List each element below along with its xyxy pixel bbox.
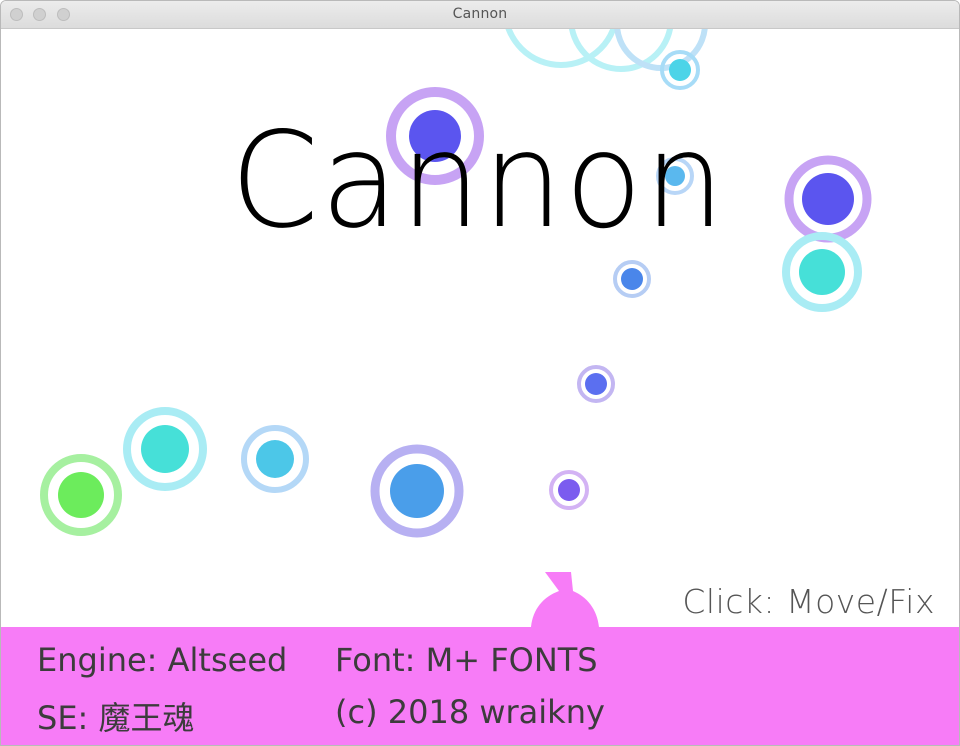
bubble-cyan-1 xyxy=(241,425,309,493)
controls-hint: Click: Move/Fix xyxy=(682,582,935,621)
bubble-violet-small-1 xyxy=(549,470,589,510)
bubble-blue-small-2 xyxy=(613,260,651,298)
bubble-blue-large-1 xyxy=(370,444,464,538)
credit-se: SE: 魔王魂 xyxy=(37,699,195,737)
window-title: Cannon xyxy=(452,6,508,22)
game-title: Cannon xyxy=(1,104,957,258)
app-window: Cannon Cannon Click: Move/Fix Engine: Al… xyxy=(0,0,960,746)
credit-copyright: (c) 2018 wraikny xyxy=(335,693,605,731)
bubble-indigo-small-1 xyxy=(577,365,615,403)
bubble-teal-2 xyxy=(123,407,207,491)
title-bar[interactable]: Cannon xyxy=(1,1,959,29)
bubble-green-1 xyxy=(40,454,122,536)
game-canvas[interactable]: Cannon Click: Move/Fix Engine: Altseed F… xyxy=(1,29,959,745)
game-title-text: Cannon xyxy=(229,104,727,258)
credits-footer: Engine: Altseed Font: M+ FONTS SE: 魔王魂 (… xyxy=(1,627,959,745)
credit-font: Font: M+ FONTS xyxy=(335,641,598,679)
cannon[interactable] xyxy=(529,569,601,629)
credit-engine: Engine: Altseed xyxy=(37,641,288,679)
